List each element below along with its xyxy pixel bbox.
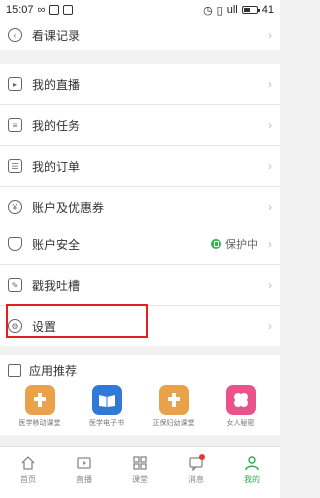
apps-list: 医学移动课堂 医学电子书 正保妇幼课堂 女人秘密 (0, 385, 280, 435)
clipboard-icon: ≡ (8, 118, 22, 132)
chevron-right-icon: › (268, 319, 272, 333)
apps-icon (8, 363, 21, 377)
yen-coin-icon: ¥ (8, 200, 22, 214)
tab-live[interactable]: 直播 (56, 447, 112, 498)
tab-classroom-label: 课堂 (132, 475, 148, 484)
edit-icon: ✎ (8, 278, 22, 292)
battery-level: 41 (261, 4, 274, 16)
app-item[interactable]: 医学电子书 (76, 385, 138, 435)
tab-messages-label: 消息 (188, 475, 204, 484)
apps-section-header: 应用推荐 (0, 355, 280, 385)
app-name: 医学电子书 (89, 420, 124, 427)
app-notification-icon (63, 5, 74, 15)
battery-icon (241, 6, 260, 14)
medical-cross-icon (24, 385, 55, 415)
menu-item-account-label: 账户及优惠券 (32, 200, 105, 215)
tab-live-label: 直播 (76, 475, 92, 484)
menu-item-feedback[interactable]: ✎ 戳我吐槽 › (0, 265, 280, 305)
settings-highlight-box (6, 304, 148, 338)
grid-icon (133, 456, 147, 470)
security-status-text: 保护中 (225, 239, 258, 251)
chevron-right-icon: › (268, 237, 272, 251)
menu-item-live[interactable]: ▸ 我的直播 › (0, 64, 280, 104)
tab-home-label: 首页 (20, 475, 36, 484)
menu-item-history[interactable]: ‹ 看课记录 › (0, 20, 280, 50)
clock-icon: ◷ (203, 4, 213, 17)
back-circle-icon: ‹ (8, 28, 22, 42)
menu-item-security-label: 账户安全 (32, 237, 81, 252)
infinity-icon: ∞ (37, 4, 46, 16)
menu-item-account[interactable]: ¥ 账户及优惠券 › (0, 187, 280, 227)
chevron-right-icon: › (268, 77, 272, 91)
notification-icon (49, 5, 60, 15)
status-bar: 15:07 ∞ ◷ ▯ ull 41 (0, 0, 280, 20)
tab-home[interactable]: 首页 (0, 447, 56, 498)
chevron-right-icon: › (268, 200, 272, 214)
menu-item-security[interactable]: 账户安全 保护中 › (0, 224, 280, 264)
signal-icon: ull (226, 4, 238, 16)
medical-cross-icon (158, 385, 189, 415)
app-item[interactable]: 医学移动课堂 (9, 385, 71, 435)
sim-icon: ▯ (216, 4, 223, 17)
chevron-right-icon: › (268, 28, 272, 42)
clover-icon (225, 385, 256, 415)
menu-item-live-label: 我的直播 (32, 77, 81, 92)
tab-classroom[interactable]: 课堂 (112, 447, 168, 498)
tv-icon (77, 457, 91, 469)
menu-item-orders[interactable]: ☰ 我的订单 › (0, 146, 280, 186)
order-list-icon: ☰ (8, 159, 22, 173)
menu-item-tasks-label: 我的任务 (32, 118, 81, 133)
tab-mine[interactable]: 我的 (224, 447, 280, 498)
menu-item-orders-label: 我的订单 (32, 159, 81, 174)
status-time: 15:07 (6, 4, 34, 16)
apps-section-title: 应用推荐 (29, 363, 78, 378)
app-item[interactable]: 正保妇幼课堂 (143, 385, 205, 435)
home-icon (21, 456, 35, 470)
security-status: 保护中 (211, 236, 258, 252)
app-name: 正保妇幼课堂 (152, 420, 195, 427)
chevron-right-icon: › (268, 159, 272, 173)
unread-badge (199, 454, 205, 460)
lock-icon (211, 239, 221, 249)
tab-mine-label: 我的 (244, 475, 260, 484)
ebook-icon (91, 385, 122, 415)
chevron-right-icon: › (268, 278, 272, 292)
chevron-right-icon: › (268, 118, 272, 132)
shield-icon (8, 237, 22, 251)
bottom-tab-bar: 首页 直播 课堂 消息 我的 (0, 446, 280, 498)
person-icon (245, 456, 259, 471)
app-name: 女人秘密 (226, 420, 255, 427)
app-item[interactable]: 女人秘密 (210, 385, 272, 435)
app-name: 医学移动课堂 (18, 420, 61, 427)
menu-item-feedback-label: 戳我吐槽 (32, 278, 81, 293)
live-tv-icon: ▸ (8, 77, 22, 91)
tab-messages[interactable]: 消息 (168, 447, 224, 498)
menu-item-tasks[interactable]: ≡ 我的任务 › (0, 105, 280, 145)
menu-item-history-label: 看课记录 (32, 28, 81, 43)
